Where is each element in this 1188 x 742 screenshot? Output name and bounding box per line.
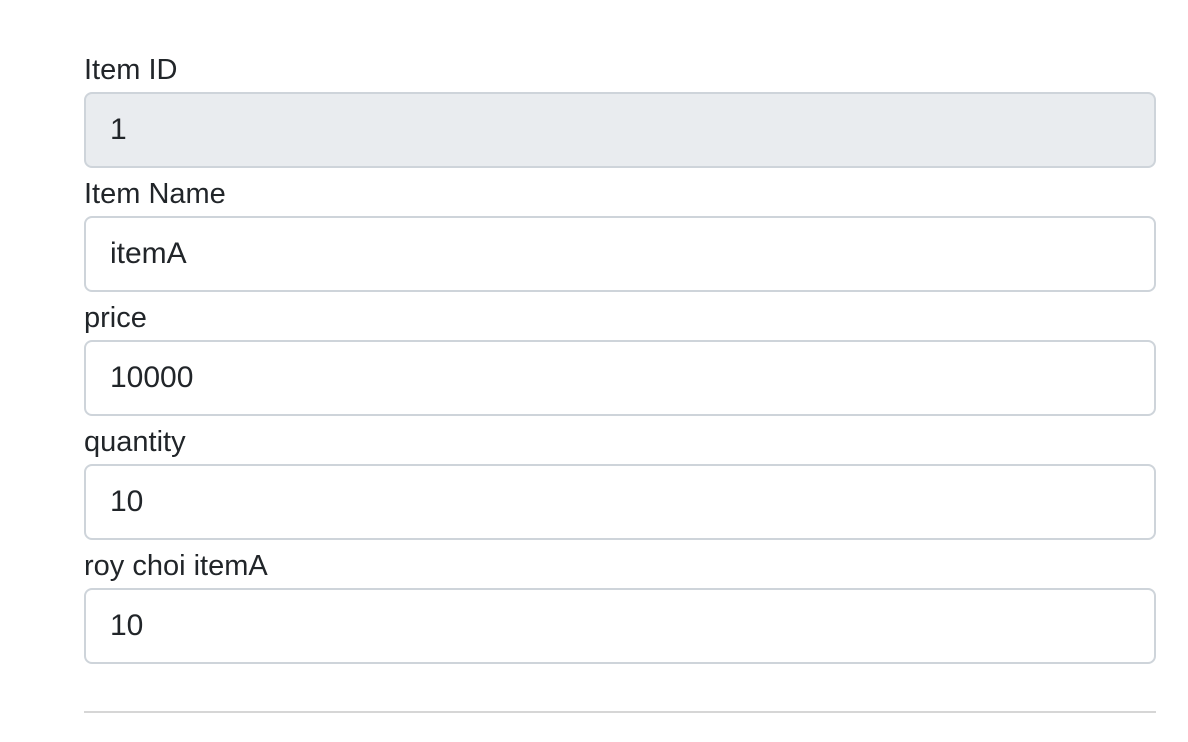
item-id-field: Item ID	[84, 50, 1156, 168]
item-name-field: Item Name	[84, 174, 1156, 292]
price-field: price	[84, 298, 1156, 416]
roy-choi-item-input[interactable]	[84, 588, 1156, 664]
quantity-field: quantity	[84, 422, 1156, 540]
form-divider	[84, 711, 1156, 713]
roy-choi-item-label: roy choi itemA	[84, 550, 268, 582]
quantity-label: quantity	[84, 426, 186, 458]
item-name-input[interactable]	[84, 216, 1156, 292]
item-edit-form: Item ID Item Name price quantity roy cho…	[84, 50, 1156, 670]
item-name-label: Item Name	[84, 178, 226, 210]
price-label: price	[84, 302, 147, 334]
price-input[interactable]	[84, 340, 1156, 416]
roy-choi-item-field: roy choi itemA	[84, 546, 1156, 664]
item-id-input[interactable]	[84, 92, 1156, 168]
quantity-input[interactable]	[84, 464, 1156, 540]
item-id-label: Item ID	[84, 54, 178, 86]
